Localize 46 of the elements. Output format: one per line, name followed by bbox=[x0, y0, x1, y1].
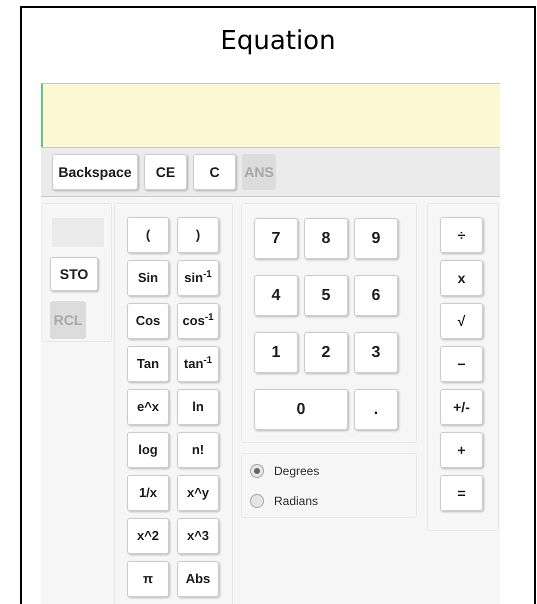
calculator-key[interactable]: cos$^{-1}$ bbox=[177, 303, 219, 339]
calculator-key[interactable]: e^x bbox=[127, 389, 169, 425]
display-field[interactable] bbox=[41, 83, 500, 147]
page-title: Equation bbox=[220, 25, 336, 58]
radio-label: Degrees bbox=[274, 463, 320, 480]
calculator-key[interactable]: tan$^{-1}$ bbox=[177, 346, 219, 382]
calculator-key[interactable]: = bbox=[440, 475, 483, 511]
calculator-key[interactable]: 1/x bbox=[127, 475, 169, 511]
calculator-key[interactable]: Sin bbox=[127, 260, 169, 296]
calculator-key[interactable]: n! bbox=[177, 432, 219, 468]
calculator-key[interactable]: Backspace bbox=[52, 154, 138, 190]
calculator-key[interactable]: x^y bbox=[177, 475, 219, 511]
calculator-key[interactable]: Cos bbox=[127, 303, 169, 339]
calculator-key[interactable]: 2 bbox=[304, 332, 348, 373]
calculator-key[interactable]: STO bbox=[50, 257, 98, 291]
calculator-key[interactable]: 1 bbox=[254, 332, 298, 373]
calculator-key[interactable]: 0 bbox=[254, 389, 348, 430]
calculator-key[interactable]: 3 bbox=[354, 332, 398, 373]
calculator-key[interactable]: ln bbox=[177, 389, 219, 425]
calculator-key[interactable]: log bbox=[127, 432, 169, 468]
calculator-key[interactable]: 7 bbox=[254, 218, 298, 259]
calculator-key[interactable]: C bbox=[193, 154, 236, 190]
calculator-key[interactable]: 5 bbox=[304, 275, 348, 316]
calculator-key[interactable]: 8 bbox=[304, 218, 348, 259]
calculator-key[interactable]: sin$^{-1}$ bbox=[177, 260, 219, 296]
calculator-key[interactable]: Abs bbox=[177, 561, 219, 597]
calculator-key[interactable]: 4 bbox=[254, 275, 298, 316]
calculator-key[interactable]: +/- bbox=[440, 389, 483, 425]
calculator-key[interactable]: ) bbox=[177, 217, 219, 253]
calculator-key[interactable]: ( bbox=[127, 217, 169, 253]
calculator-key[interactable]: + bbox=[440, 432, 483, 468]
calculator-key[interactable]: CE bbox=[144, 154, 187, 190]
calculator-key[interactable]: √ bbox=[440, 303, 483, 339]
radio-label: Radians bbox=[274, 493, 318, 510]
calculator-key[interactable]: x^2 bbox=[127, 518, 169, 554]
calculator-key[interactable]: π bbox=[127, 561, 169, 597]
radio-button[interactable] bbox=[250, 494, 264, 508]
calculator-key[interactable]: x^3 bbox=[177, 518, 219, 554]
calculator-key[interactable]: − bbox=[440, 346, 483, 382]
calculator-key[interactable]: . bbox=[354, 389, 398, 430]
calculator-key[interactable]: ÷ bbox=[440, 217, 483, 253]
calculator-key[interactable]: x bbox=[440, 260, 483, 296]
calculator-key[interactable]: Tan bbox=[127, 346, 169, 382]
calculator-key[interactable]: 6 bbox=[354, 275, 398, 316]
calculator-key[interactable]: 9 bbox=[354, 218, 398, 259]
radio-button[interactable] bbox=[250, 464, 264, 478]
